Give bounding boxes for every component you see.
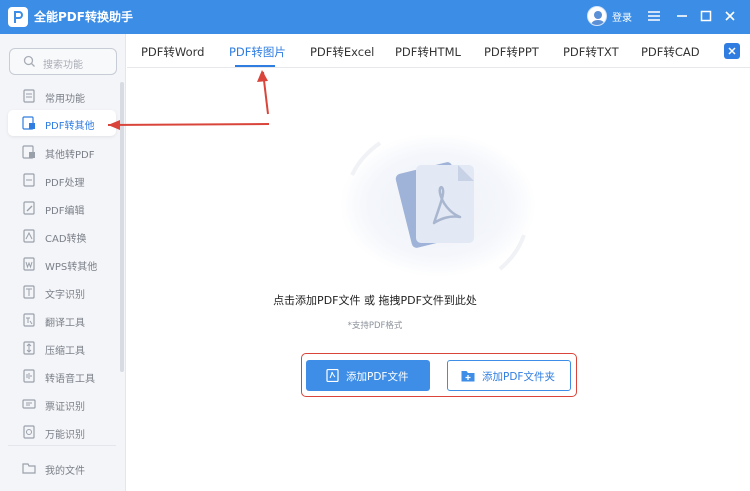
app-logo-icon (8, 7, 28, 27)
user-avatar-icon[interactable] (587, 6, 607, 26)
sidebar-item-wps[interactable]: WPS转其他 (8, 251, 116, 277)
tab-pdf-to-cad[interactable]: PDF转CAD (641, 44, 700, 60)
sidebar-item-pdf-to-other[interactable]: PDF转其他 (8, 110, 116, 136)
sidebar-item-label: WPS转其他 (45, 262, 98, 273)
wps-icon (23, 257, 35, 271)
pdf-file-icon (326, 369, 339, 382)
sidebar-item-label: PDF编辑 (45, 206, 85, 217)
app-title: 全能PDF转换助手 (34, 10, 133, 24)
add-pdf-folder-button[interactable]: 添加PDF文件夹 (447, 360, 571, 391)
sidebar: 搜索功能 常用功能 PDF转其他 其他转PDF PDF处理 PDF编辑 CAD转… (0, 34, 126, 491)
cad-icon (23, 229, 35, 243)
pdf-edit-icon (23, 201, 35, 215)
tab-pdf-to-html[interactable]: PDF转HTML (395, 44, 461, 60)
add-pdf-file-label: 添加PDF文件 (346, 371, 409, 383)
supported-format-text: *支持PDF格式 (347, 321, 403, 331)
active-tab-indicator (235, 65, 275, 67)
minimize-icon[interactable] (673, 7, 691, 25)
sidebar-item-label: 我的文件 (45, 466, 85, 477)
tab-bar: PDF转Word PDF转图片 PDF转Excel PDF转HTML PDF转P… (127, 34, 750, 68)
sidebar-divider (8, 445, 116, 446)
add-pdf-folder-label: 添加PDF文件夹 (482, 371, 555, 383)
tab-pdf-to-word[interactable]: PDF转Word (141, 44, 204, 60)
tab-pdf-to-txt[interactable]: PDF转TXT (563, 44, 619, 60)
sidebar-item-my-files[interactable]: 我的文件 (8, 455, 116, 481)
ticket-icon (22, 399, 36, 409)
sidebar-item-speech[interactable]: 转语音工具 (8, 363, 116, 389)
search-input[interactable]: 搜索功能 (9, 48, 117, 75)
sidebar-item-pdf-process[interactable]: PDF处理 (8, 167, 116, 193)
speech-icon (23, 369, 35, 383)
sidebar-item-other-to-pdf[interactable]: 其他转PDF (8, 139, 116, 165)
sidebar-item-pdf-edit[interactable]: PDF编辑 (8, 195, 116, 221)
sidebar-item-universal[interactable]: 万能识别 (8, 419, 116, 445)
search-icon (23, 55, 35, 67)
pdf-file-illustration-icon (340, 135, 536, 277)
sidebar-item-label: CAD转换 (45, 234, 87, 245)
compress-icon (23, 341, 35, 355)
sidebar-item-label: PDF转其他 (45, 121, 95, 132)
folder-add-icon (461, 371, 475, 382)
sidebar-item-ticket[interactable]: 票证识别 (8, 391, 116, 417)
sidebar-item-label: 万能识别 (45, 430, 85, 441)
pdf-process-icon (23, 173, 35, 187)
to-pdf-icon (22, 145, 35, 159)
sidebar-item-label: 票证识别 (45, 402, 85, 413)
sidebar-item-label: 常用功能 (45, 94, 85, 105)
login-button[interactable]: 登录 (612, 9, 632, 24)
panel-close-icon[interactable] (724, 43, 740, 59)
sidebar-item-cad[interactable]: CAD转换 (8, 223, 116, 249)
sidebar-item-label: 转语音工具 (45, 374, 95, 385)
sidebar-item-common[interactable]: 常用功能 (8, 83, 116, 109)
drop-instruction-text: 点击添加PDF文件 或 拖拽PDF文件到此处 (273, 294, 477, 307)
sidebar-item-label: PDF处理 (45, 178, 85, 189)
menu-icon[interactable] (645, 7, 663, 25)
maximize-icon[interactable] (697, 7, 715, 25)
sidebar-item-label: 其他转PDF (45, 150, 95, 161)
tab-pdf-to-ppt[interactable]: PDF转PPT (484, 44, 539, 60)
close-icon[interactable] (721, 7, 739, 25)
common-icon (23, 89, 35, 103)
tab-pdf-to-image[interactable]: PDF转图片 (229, 44, 286, 60)
my-files-icon (22, 463, 36, 474)
sidebar-item-compress[interactable]: 压缩工具 (8, 335, 116, 361)
search-placeholder: 搜索功能 (43, 60, 83, 71)
pdf-convert-icon (22, 116, 35, 130)
add-pdf-file-button[interactable]: 添加PDF文件 (306, 360, 430, 391)
title-bar: 全能PDF转换助手 登录 (0, 0, 750, 34)
sidebar-item-label: 压缩工具 (45, 346, 85, 357)
tab-pdf-to-excel[interactable]: PDF转Excel (310, 44, 374, 60)
universal-icon (23, 425, 35, 439)
